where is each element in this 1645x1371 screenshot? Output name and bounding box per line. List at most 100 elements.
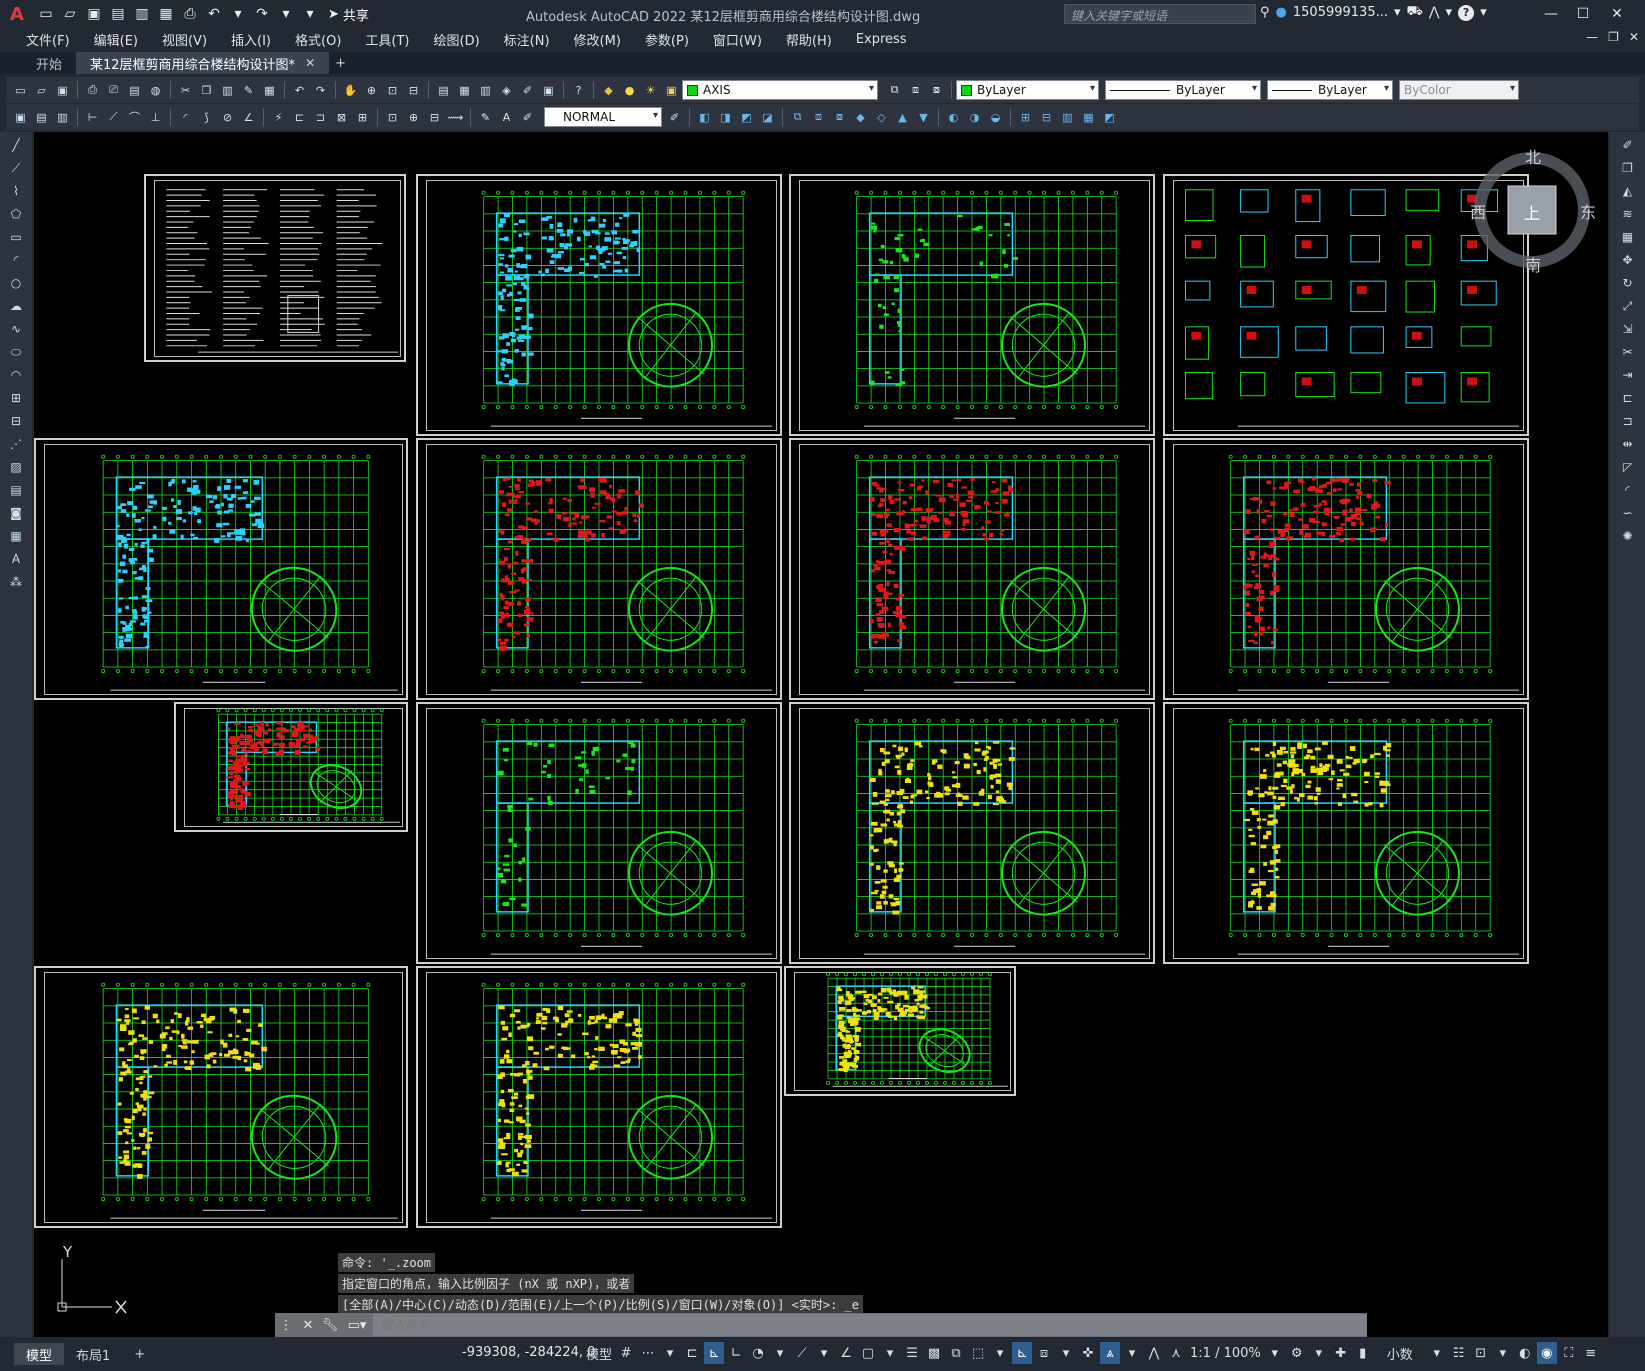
layer-select[interactable]: AXIS ▾ [682,80,878,100]
doc-close-icon[interactable]: ✕ [1629,30,1639,44]
polyline-icon[interactable]: ⌇ [6,181,26,201]
tool-palettes-icon[interactable]: ▥ [477,82,494,99]
save-as-icon[interactable]: ▤ [107,3,129,25]
zoom-window-icon[interactable]: ⊡ [384,82,401,99]
viewcube-north[interactable]: 北 [1525,144,1541,168]
menu-parametric[interactable]: 参数(P) [633,30,701,49]
add-selected-icon[interactable]: ⁂ [6,572,26,592]
trim-icon[interactable]: ✂ [1618,342,1638,362]
user-name[interactable]: 1505999135... [1293,5,1388,20]
customization-icon[interactable]: ≡ [1581,1342,1601,1364]
drawing-sheet-s14[interactable] [416,966,782,1228]
paste-icon[interactable]: ▥ [219,82,236,99]
undo-dropdown-icon[interactable]: ▾ [227,3,249,25]
plot-preview-icon[interactable]: ⎚ [105,82,122,99]
close-icon[interactable]: ✕ [1604,4,1630,24]
offset-icon[interactable]: ≋ [1618,204,1638,224]
array-icon[interactable]: ▦ [1618,227,1638,247]
dim-space-icon[interactable]: ⊠ [333,109,350,126]
menu-help[interactable]: 帮助(H) [774,30,844,49]
hatch-back-icon[interactable]: ▼ [915,109,932,126]
dynamic-ucs-icon[interactable]: ⊾ [1012,1342,1033,1364]
redo-icon[interactable]: ↷ [251,3,273,25]
make-current-layer-icon[interactable]: ⧉ [886,82,903,99]
sheet-set-icon[interactable]: ◈ [498,82,515,99]
chevron-down-icon[interactable]: ▾ [1427,1342,1447,1364]
join-icon[interactable]: ⇹ [1618,434,1638,454]
layer-states-icon[interactable]: ⧇ [928,82,945,99]
drawing-sheet-s5[interactable] [34,438,408,700]
menu-insert[interactable]: 插入(I) [219,30,283,49]
region-icon[interactable]: ◙ [6,503,26,523]
arc-icon[interactable]: ◜ [6,250,26,270]
undo-icon[interactable]: ↶ [203,3,225,25]
jogged-dim-icon[interactable]: ⟆ [198,109,215,126]
menu-tools[interactable]: 工具(T) [353,30,421,49]
annotation-visibility-icon[interactable]: ⩓ [1100,1342,1121,1364]
viewcube-face[interactable]: 上 [1524,200,1540,224]
break-point-icon[interactable]: ⊏ [1618,388,1638,408]
menu-dimension[interactable]: 标注(N) [492,30,562,49]
chevron-down-icon[interactable]: ▾ [660,1342,680,1364]
erase-icon[interactable]: ✐ [1618,135,1638,155]
chevron-down-icon[interactable]: ▾ [1122,1342,1142,1364]
tab-start[interactable]: 开始 [22,52,76,74]
tab-close-icon[interactable]: ✕ [305,56,315,70]
hatch-icon[interactable]: ▨ [6,457,26,477]
copy-icon[interactable]: ❐ [1618,158,1638,178]
bring-front-icon[interactable]: ⧈ [810,109,827,126]
dynamic-input-icon[interactable]: ⊾ [704,1342,725,1364]
tab-layout1[interactable]: 布局1 [64,1343,122,1365]
customize-wrench-icon[interactable]: 🔧︎ [319,1318,341,1333]
cart-icon[interactable]: ⛟ [1407,4,1423,21]
help-icon[interactable]: ? [1458,4,1475,21]
copy-icon[interactable]: ❐ [198,82,215,99]
menu-view[interactable]: 视图(V) [150,30,219,49]
menu-edit[interactable]: 编辑(E) [82,30,150,49]
search-input[interactable]: 键入关键字或短语 [1064,4,1256,24]
chamfer-icon[interactable]: ◸ [1618,457,1638,477]
drawing-area[interactable] [34,132,1608,1337]
image-icon[interactable]: ◩ [1101,109,1118,126]
viewcube-east[interactable]: 东 [1580,199,1596,223]
spline-icon[interactable]: ∿ [6,319,26,339]
drawing-sheet-s8[interactable] [1163,438,1529,700]
plotstyle-select[interactable]: ByColor ▾ [1399,80,1519,100]
tab-drawing[interactable]: 某12层框剪商用综合楼结构设计图* ✕ [76,52,330,74]
center-mark-icon[interactable]: ⊕ [405,109,422,126]
doc-minimize-icon[interactable]: — [1586,30,1598,44]
text-style-manager-icon[interactable]: ✐ [666,109,683,126]
drawing-sheet-s1[interactable] [144,174,406,362]
make-block-icon[interactable]: ⊟ [6,411,26,431]
attach-icon[interactable]: ▥ [1059,109,1076,126]
cut-icon[interactable]: ✂ [177,82,194,99]
quickcalc-icon[interactable]: ▣ [540,82,557,99]
3d-dwf-icon[interactable]: ◍ [147,82,164,99]
dim-break-icon[interactable]: ⊞ [354,109,371,126]
drawing-sheet-s10[interactable] [416,702,782,964]
pan-icon[interactable]: ✋ [342,82,359,99]
infer-constraints-icon[interactable]: ⊏ [682,1342,702,1364]
insert-block-icon[interactable]: ⊞ [6,388,26,408]
properties-icon[interactable]: ▤ [435,82,452,99]
explode-icon[interactable]: ✺ [1618,526,1638,546]
autodesk-app-icon[interactable]: ⋀ [1429,5,1440,20]
drawing-sheet-s3[interactable] [789,174,1155,436]
user-icon[interactable]: ● [1276,5,1287,20]
design-center-icon[interactable]: ▦ [456,82,473,99]
block-editor-icon[interactable]: ▦ [261,82,278,99]
chevron-down-icon[interactable]: ▾ [1056,1342,1076,1364]
object-snap-tracking-icon[interactable]: ∠ [836,1342,856,1364]
new-icon[interactable]: ▭ [12,82,29,99]
drawing-sheet-s13[interactable] [34,966,408,1228]
autocad-logo-icon[interactable]: A [0,0,34,28]
drawing-sheet-s6[interactable] [416,438,782,700]
construction-line-icon[interactable]: ⟋ [6,158,26,178]
chevron-down-icon[interactable]: ▾ [770,1342,790,1364]
group-icon[interactable]: ◧ [696,109,713,126]
draw-order-icon[interactable]: ⧉ [789,109,806,126]
drawing-sheet-s9[interactable] [174,702,408,832]
maximize-icon[interactable]: ☐ [1570,4,1596,24]
isometric-icon[interactable]: ⟋ [792,1342,812,1364]
zoom-realtime-icon[interactable]: ⊕ [363,82,380,99]
